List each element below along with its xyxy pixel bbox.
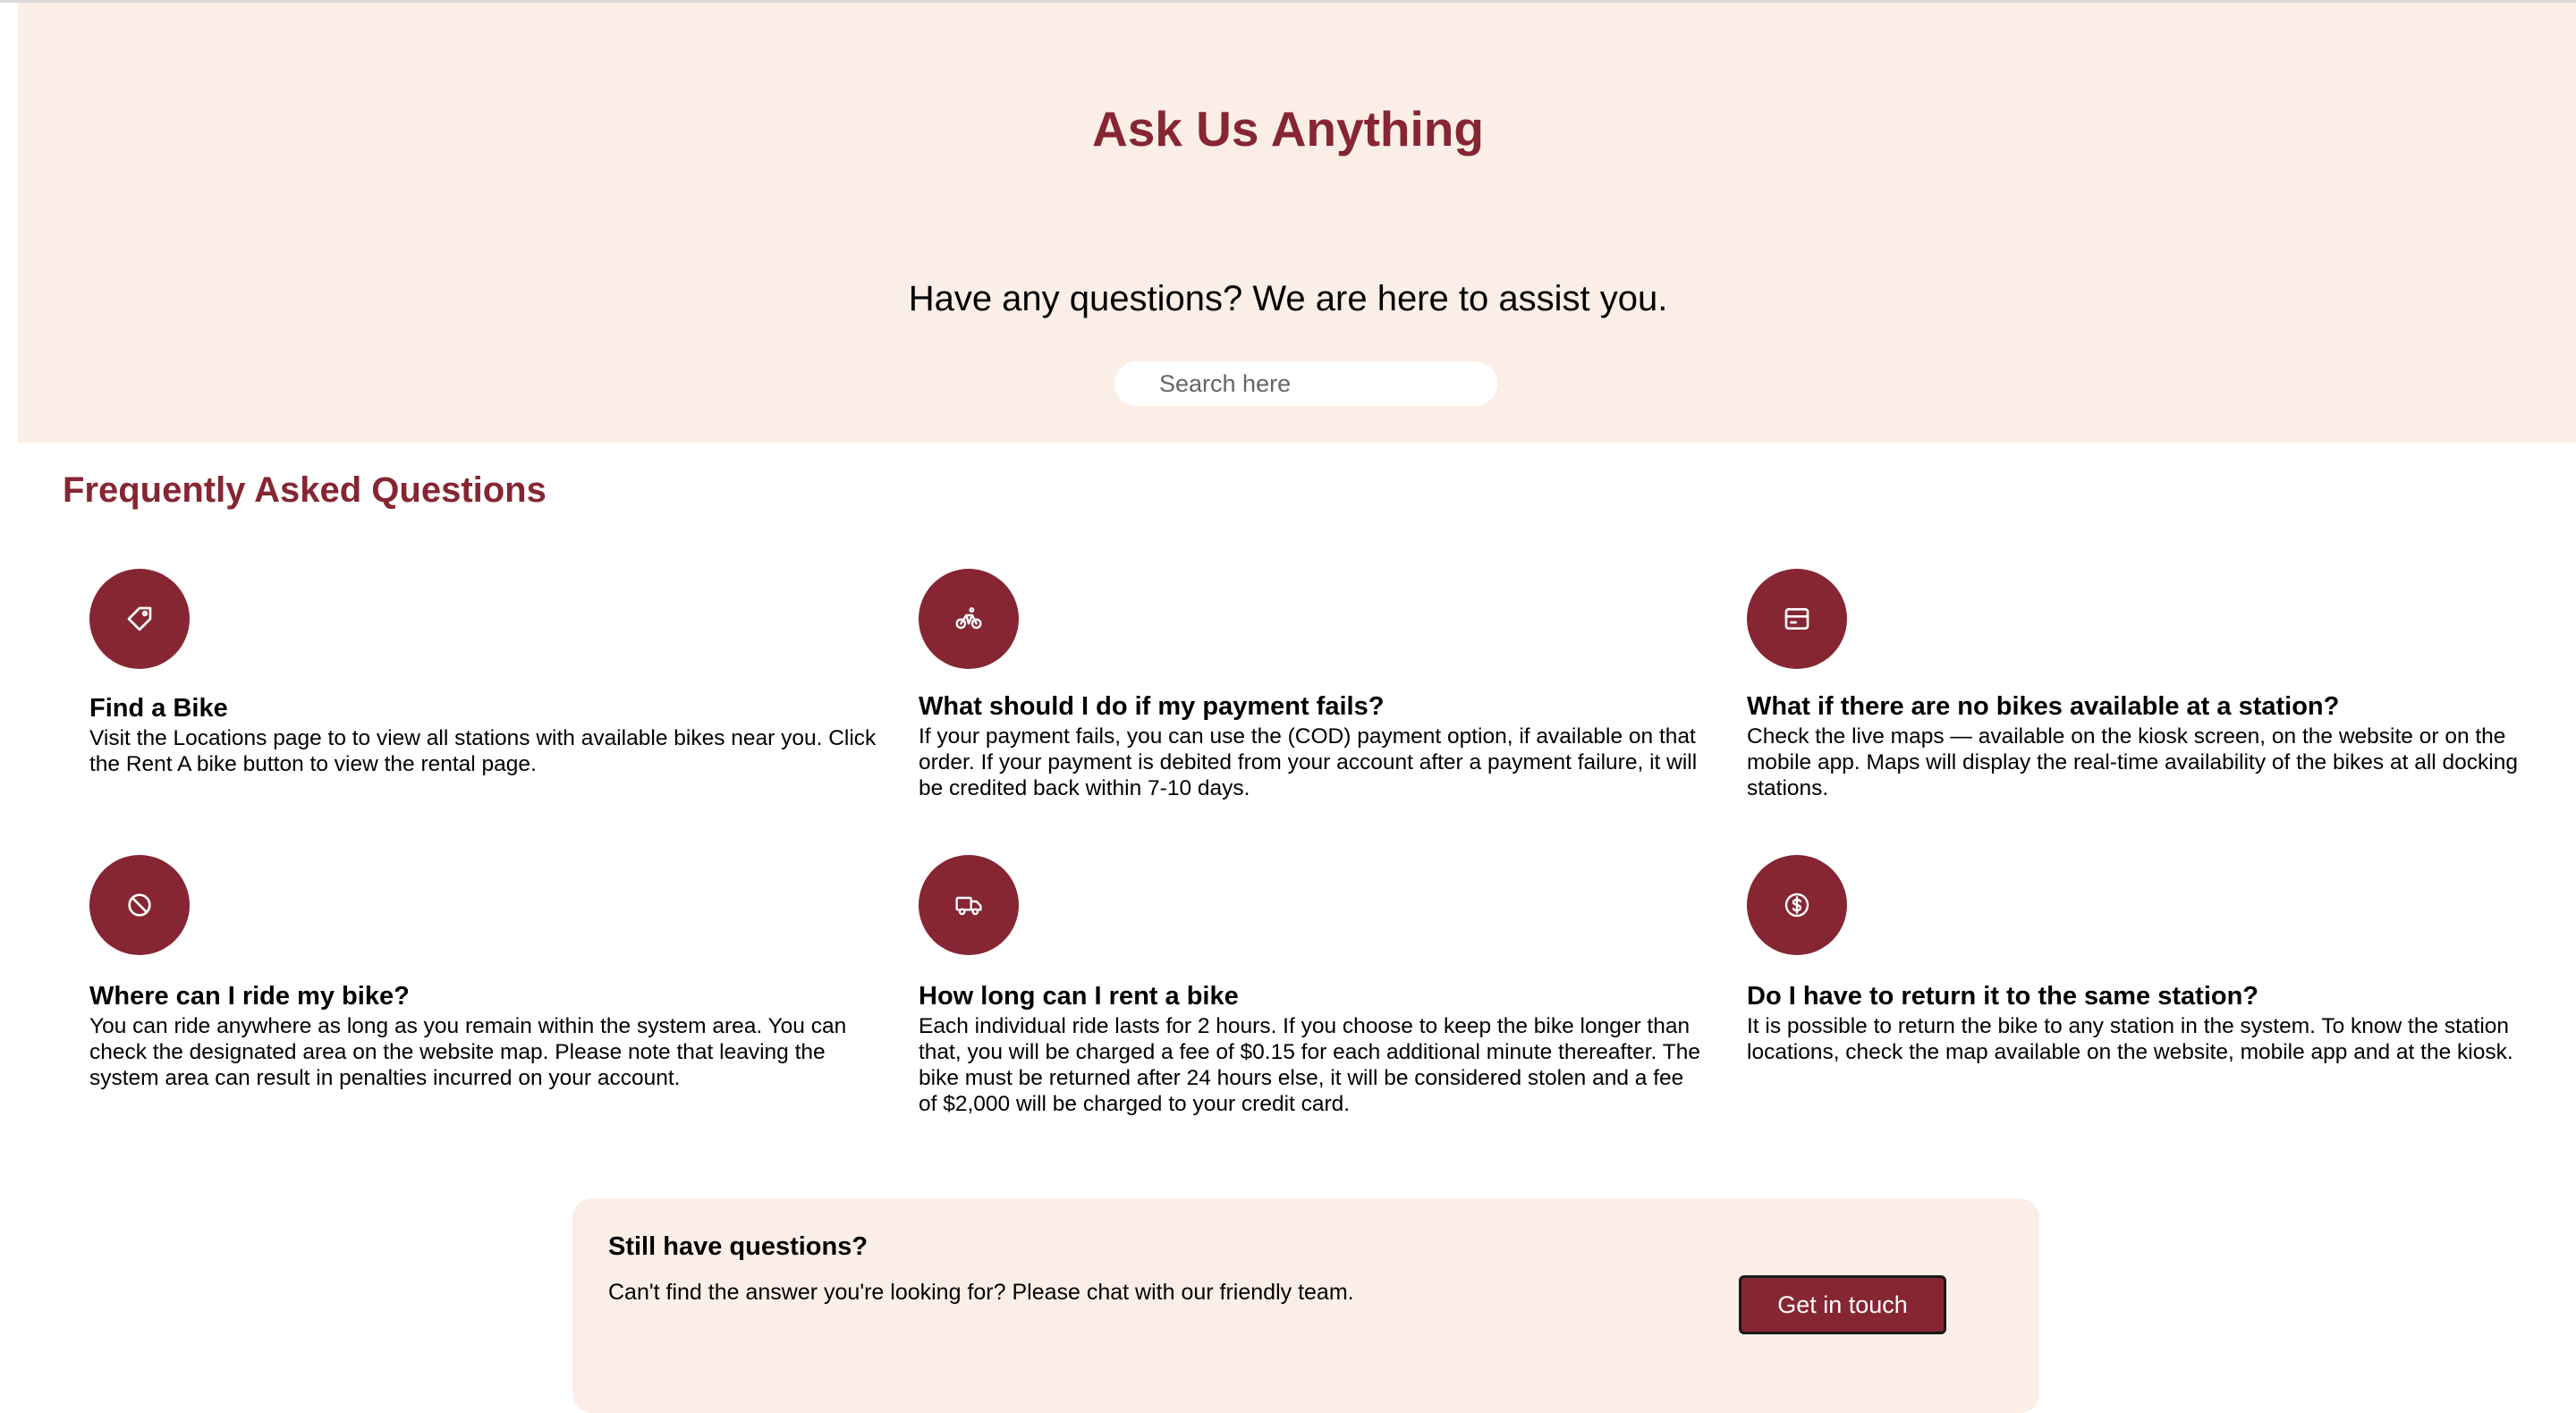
faq-answer: Check the live maps — available on the k… xyxy=(1747,724,2518,800)
credit-card-icon xyxy=(1747,569,1847,669)
search-input[interactable] xyxy=(1114,361,1497,406)
faq-answer: You can ride anywhere as long as you rem… xyxy=(89,1014,847,1090)
bicycle-icon xyxy=(919,569,1019,669)
faq-question: Do I have to return it to the same stati… xyxy=(1747,982,2259,1011)
faq-question: Where can I ride my bike? xyxy=(89,982,410,1011)
faq-answer: Visit the Locations page to to view all … xyxy=(89,726,877,776)
contact-text: Can't find the answer you're looking for… xyxy=(608,1280,1354,1305)
contact-title: Still have questions? xyxy=(608,1232,869,1261)
contact-section: Still have questions? Can't find the ans… xyxy=(572,1198,2039,1413)
page-title: Ask Us Anything xyxy=(1091,101,1484,157)
faq-answer: Each individual ride lasts for 2 hours. … xyxy=(919,1014,1700,1116)
faq-answer: It is possible to return the bike to any… xyxy=(1747,1014,2513,1064)
dollar-coin-icon xyxy=(1747,855,1847,955)
faq-question: What should I do if my payment fails? xyxy=(919,692,1385,721)
truck-icon xyxy=(919,855,1019,955)
faq-question: Find a Bike xyxy=(89,694,228,723)
hero-subtitle: Have any questions? We are here to assis… xyxy=(908,279,1668,318)
get-in-touch-button[interactable]: Get in touch xyxy=(1739,1275,1946,1334)
tag-icon xyxy=(89,569,190,669)
ban-icon xyxy=(89,855,190,955)
faq-question: What if there are no bikes available at … xyxy=(1747,692,2340,721)
faq-question: How long can I rent a bike xyxy=(919,982,1239,1011)
faq-answer: If your payment fails, you can use the (… xyxy=(919,724,1698,800)
faq-heading: Frequently Asked Questions xyxy=(63,470,547,510)
